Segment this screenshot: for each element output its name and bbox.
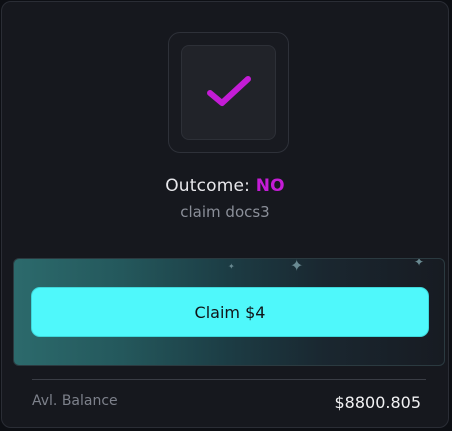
outcome-icon-frame (168, 32, 289, 153)
divider (32, 379, 426, 380)
claim-card: Outcome: NO claim docs3 ✦ ✦ ✦ Claim $4 A… (1, 1, 449, 428)
claim-panel: ✦ ✦ ✦ Claim $4 (13, 258, 445, 366)
sparkle-icon: ✦ (290, 258, 304, 275)
outcome-label: Outcome: (165, 176, 251, 196)
checkmark-icon (206, 75, 251, 106)
outcome-value: NO (255, 176, 285, 196)
sparkle-icon: ✦ (228, 262, 235, 271)
market-name: claim docs3 (180, 203, 270, 221)
outcome-line: Outcome: NO (2, 176, 448, 196)
balance-value: $8800.805 (334, 393, 421, 412)
sparkle-icon: ✦ (414, 258, 425, 269)
outcome-icon-box (181, 45, 276, 140)
claim-button[interactable]: Claim $4 (31, 287, 429, 337)
balance-label: Avl. Balance (32, 393, 118, 409)
